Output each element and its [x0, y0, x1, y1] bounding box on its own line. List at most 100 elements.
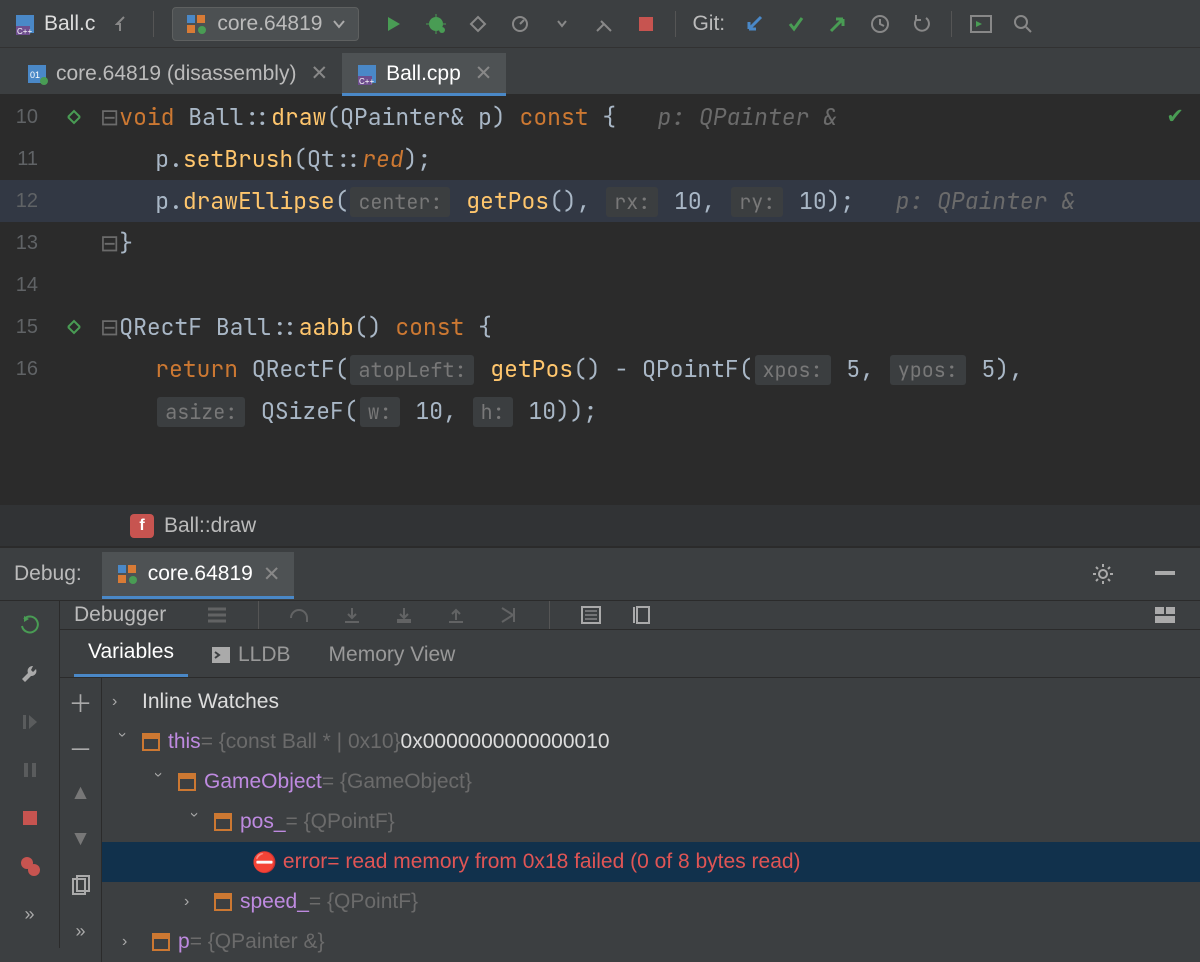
coverage-icon[interactable] — [465, 11, 491, 37]
var-gameobject[interactable]: › GameObject = {GameObject} — [102, 762, 1200, 802]
breakpoints-icon[interactable] — [17, 853, 43, 879]
svg-text:C++: C++ — [359, 77, 374, 85]
cpp-file-icon: C++ — [14, 13, 36, 35]
step-into-icon[interactable] — [339, 602, 365, 628]
var-this[interactable]: › this = {const Ball * | 0x10} 0x0000000… — [102, 722, 1200, 762]
git-push-icon[interactable] — [825, 11, 851, 37]
context-file[interactable]: C++ Ball.c — [6, 8, 103, 40]
variables-tree[interactable]: › Inline Watches › this = {const Ball * … — [102, 678, 1200, 962]
down-icon[interactable]: ▼ — [68, 826, 94, 852]
line-number — [0, 390, 48, 432]
stop-icon[interactable] — [17, 805, 43, 831]
git-history-icon[interactable] — [867, 11, 893, 37]
tab-disassembly[interactable]: 01 core.64819 (disassembly) ✕ — [12, 53, 342, 94]
debugger-label: Debugger — [74, 603, 166, 627]
resume-icon[interactable] — [17, 709, 43, 735]
chevron-down-icon[interactable]: › — [149, 772, 167, 792]
add-watch-icon[interactable]: ＋ — [68, 688, 94, 714]
step-over-icon[interactable] — [287, 602, 313, 628]
field-icon — [214, 813, 232, 831]
line-number: 11 — [0, 138, 48, 180]
main-toolbar: C++ Ball.c core.64819 Git: — [0, 0, 1200, 48]
run-anything-icon[interactable] — [968, 11, 994, 37]
up-icon[interactable]: ▲ — [68, 780, 94, 806]
tab-lldb[interactable]: LLDB — [198, 633, 305, 677]
implements-icon[interactable] — [66, 319, 82, 335]
remove-watch-icon[interactable]: － — [68, 734, 94, 760]
function-badge-icon: f — [130, 514, 154, 538]
tab-label: Ball.cpp — [386, 62, 461, 86]
chevron-right-icon[interactable]: › — [122, 933, 142, 951]
tab-memory[interactable]: Memory View — [315, 633, 470, 677]
layout-icon[interactable] — [1152, 602, 1178, 628]
force-step-into-icon[interactable] — [391, 602, 417, 628]
var-error[interactable]: ⛔ error = read memory from 0x18 failed (… — [102, 842, 1200, 882]
git-rollback-icon[interactable] — [909, 11, 935, 37]
config-icon — [116, 563, 138, 585]
run-to-cursor-icon[interactable] — [495, 602, 521, 628]
context-file-label: Ball.c — [44, 12, 95, 36]
svg-text:C++: C++ — [17, 27, 32, 35]
var-pos[interactable]: › pos_ = {QPointF} — [102, 802, 1200, 842]
breadcrumb-function[interactable]: Ball::draw — [164, 514, 256, 538]
analysis-ok-icon[interactable]: ✔ — [1166, 104, 1184, 129]
search-icon[interactable] — [1010, 11, 1036, 37]
git-commit-icon[interactable] — [783, 11, 809, 37]
debug-tool-window: Debug: core.64819 ✕ » Debugger — [0, 546, 1200, 948]
git-label: Git: — [692, 12, 725, 36]
back-icon[interactable] — [111, 11, 137, 37]
line-number: 12 — [0, 180, 48, 222]
chevron-down-icon[interactable]: › — [113, 732, 131, 752]
more-icon[interactable]: » — [17, 901, 43, 927]
asm-file-icon: 01 — [26, 63, 48, 85]
gear-icon[interactable] — [1090, 561, 1116, 587]
pause-icon[interactable] — [17, 757, 43, 783]
chevron-right-icon[interactable]: › — [112, 693, 132, 711]
run-config-label: core.64819 — [217, 12, 322, 36]
trace-icon[interactable] — [630, 602, 656, 628]
var-speed[interactable]: › speed_ = {QPointF} — [102, 882, 1200, 922]
git-update-icon[interactable] — [741, 11, 767, 37]
line-number: 14 — [0, 264, 48, 306]
tab-variables[interactable]: Variables — [74, 630, 188, 677]
evaluate-icon[interactable] — [578, 602, 604, 628]
chevron-down-icon[interactable]: › — [185, 812, 203, 832]
tab-label: core.64819 (disassembly) — [56, 62, 296, 86]
var-p[interactable]: › p = {QPainter &} — [102, 922, 1200, 962]
debug-left-toolbar: » — [0, 601, 60, 948]
more-run-icon[interactable] — [549, 11, 575, 37]
close-icon[interactable]: ✕ — [263, 562, 281, 587]
field-icon — [178, 773, 196, 791]
debug-session-tab[interactable]: core.64819 ✕ — [102, 552, 295, 597]
tab-ball-cpp[interactable]: C++ Ball.cpp ✕ — [342, 53, 506, 94]
code-editor[interactable]: ✔ 10 ⊟void Ball::draw(QPainter& p) const… — [0, 96, 1200, 504]
chevron-down-icon — [332, 17, 346, 31]
cpp-file-icon: C++ — [356, 63, 378, 85]
more-icon[interactable]: » — [68, 918, 94, 944]
session-label: core.64819 — [148, 562, 253, 586]
chevron-right-icon[interactable]: › — [184, 893, 204, 911]
watches-group[interactable]: › Inline Watches — [102, 682, 1200, 722]
console-icon — [212, 647, 230, 663]
copy-icon[interactable] — [68, 872, 94, 898]
svg-text:01: 01 — [30, 70, 40, 80]
profile-icon[interactable] — [507, 11, 533, 37]
minimize-icon[interactable] — [1152, 561, 1178, 587]
close-icon[interactable]: ✕ — [475, 61, 493, 86]
attach-icon[interactable] — [591, 11, 617, 37]
stop-icon[interactable] — [633, 11, 659, 37]
run-config-selector[interactable]: core.64819 — [172, 7, 359, 41]
error-icon: ⛔ — [252, 850, 277, 875]
run-icon[interactable] — [381, 11, 407, 37]
debug-title: Debug: — [14, 562, 82, 586]
debug-icon[interactable] — [423, 11, 449, 37]
debugger-subtabs: Variables LLDB Memory View — [60, 630, 1200, 678]
frames-icon[interactable] — [204, 602, 230, 628]
implements-icon[interactable] — [66, 109, 82, 125]
rerun-icon[interactable] — [17, 613, 43, 639]
editor-tabs: 01 core.64819 (disassembly) ✕ C++ Ball.c… — [0, 48, 1200, 96]
field-icon — [142, 733, 160, 751]
close-icon[interactable]: ✕ — [310, 61, 328, 86]
step-out-icon[interactable] — [443, 602, 469, 628]
wrench-icon[interactable] — [17, 661, 43, 687]
